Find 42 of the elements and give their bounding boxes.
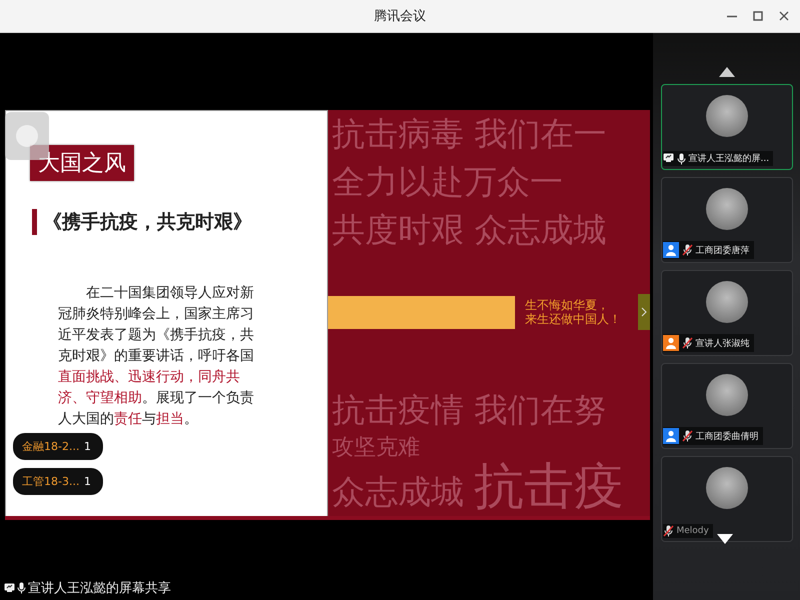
maximize-icon (753, 11, 763, 21)
participant-name: 宣讲人王泓懿的屏... (688, 152, 770, 165)
scroll-up-button[interactable] (718, 67, 734, 77)
status-text: 宣讲人王泓懿的屏幕共享 (28, 580, 171, 597)
avatar-photo (706, 95, 748, 137)
slide-badge: 大国之风 (30, 145, 134, 181)
participant-name: 工商团委唐萍 (696, 244, 750, 256)
slide-heading: 《携手抗疫，共克时艰》 (43, 210, 252, 235)
participant-name: 宣讲人张淑纯 (696, 338, 750, 350)
circle-icon (15, 124, 39, 148)
participant-tile[interactable]: 宣讲人王泓懿的屏... (660, 84, 792, 170)
heading-accent-bar (32, 209, 37, 235)
participant-name: Melody (676, 526, 709, 536)
banner-text: 生不悔如华夏， 来生还做中国人！ (525, 298, 622, 326)
background-slogan: 抗击疫 (474, 462, 624, 510)
background-slogan: 抗击疫情 我们在努 (331, 389, 608, 431)
triangle-down-icon (717, 534, 733, 544)
avatar-photo (706, 374, 748, 416)
avatar-photo (706, 281, 748, 323)
screen-share-icon (4, 582, 15, 594)
microphone-icon (17, 582, 26, 594)
close-icon (779, 11, 789, 21)
participant-tile[interactable]: 宣讲人张淑纯 (660, 270, 792, 356)
triangle-up-icon (718, 67, 734, 77)
background-slogan: 攻坚克难 (331, 434, 421, 462)
next-button[interactable] (638, 294, 650, 330)
avatar-photo (706, 188, 748, 230)
participant-tile[interactable]: 工商团委唐萍 (660, 177, 792, 263)
participant-tile[interactable]: 工商团委曲倩明 (660, 363, 792, 449)
group-label: 工管18-3... 1 (13, 468, 103, 495)
background-slogan: 共度时艰 众志成城 (331, 209, 608, 251)
avatar-photo (706, 467, 748, 509)
scroll-down-button[interactable] (717, 534, 733, 544)
background-slogan: 全力以赴万众一 (331, 161, 564, 203)
slide-paragraph: 在二十国集团领导人应对新冠肺炎特别峰会上，国家主席习近平发表了题为《携手抗疫，共克时艰》的重要讲话，呼吁各国直面挑战、迅速行动，同舟共济、守望相助。展现了一个负责人大国的责任与担当。 (58, 284, 255, 429)
window-title: 腾讯会议 (374, 9, 426, 24)
background-slogan: 抗击病毒 我们在一 (331, 113, 608, 155)
background-slogan: 众志成城 (332, 471, 464, 513)
participant-name: 工商团委曲倩明 (696, 430, 758, 442)
participant-tile[interactable]: Melody (660, 456, 792, 542)
chevron-right-icon (641, 307, 647, 317)
group-label: 金融18-2... 1 (13, 433, 103, 460)
